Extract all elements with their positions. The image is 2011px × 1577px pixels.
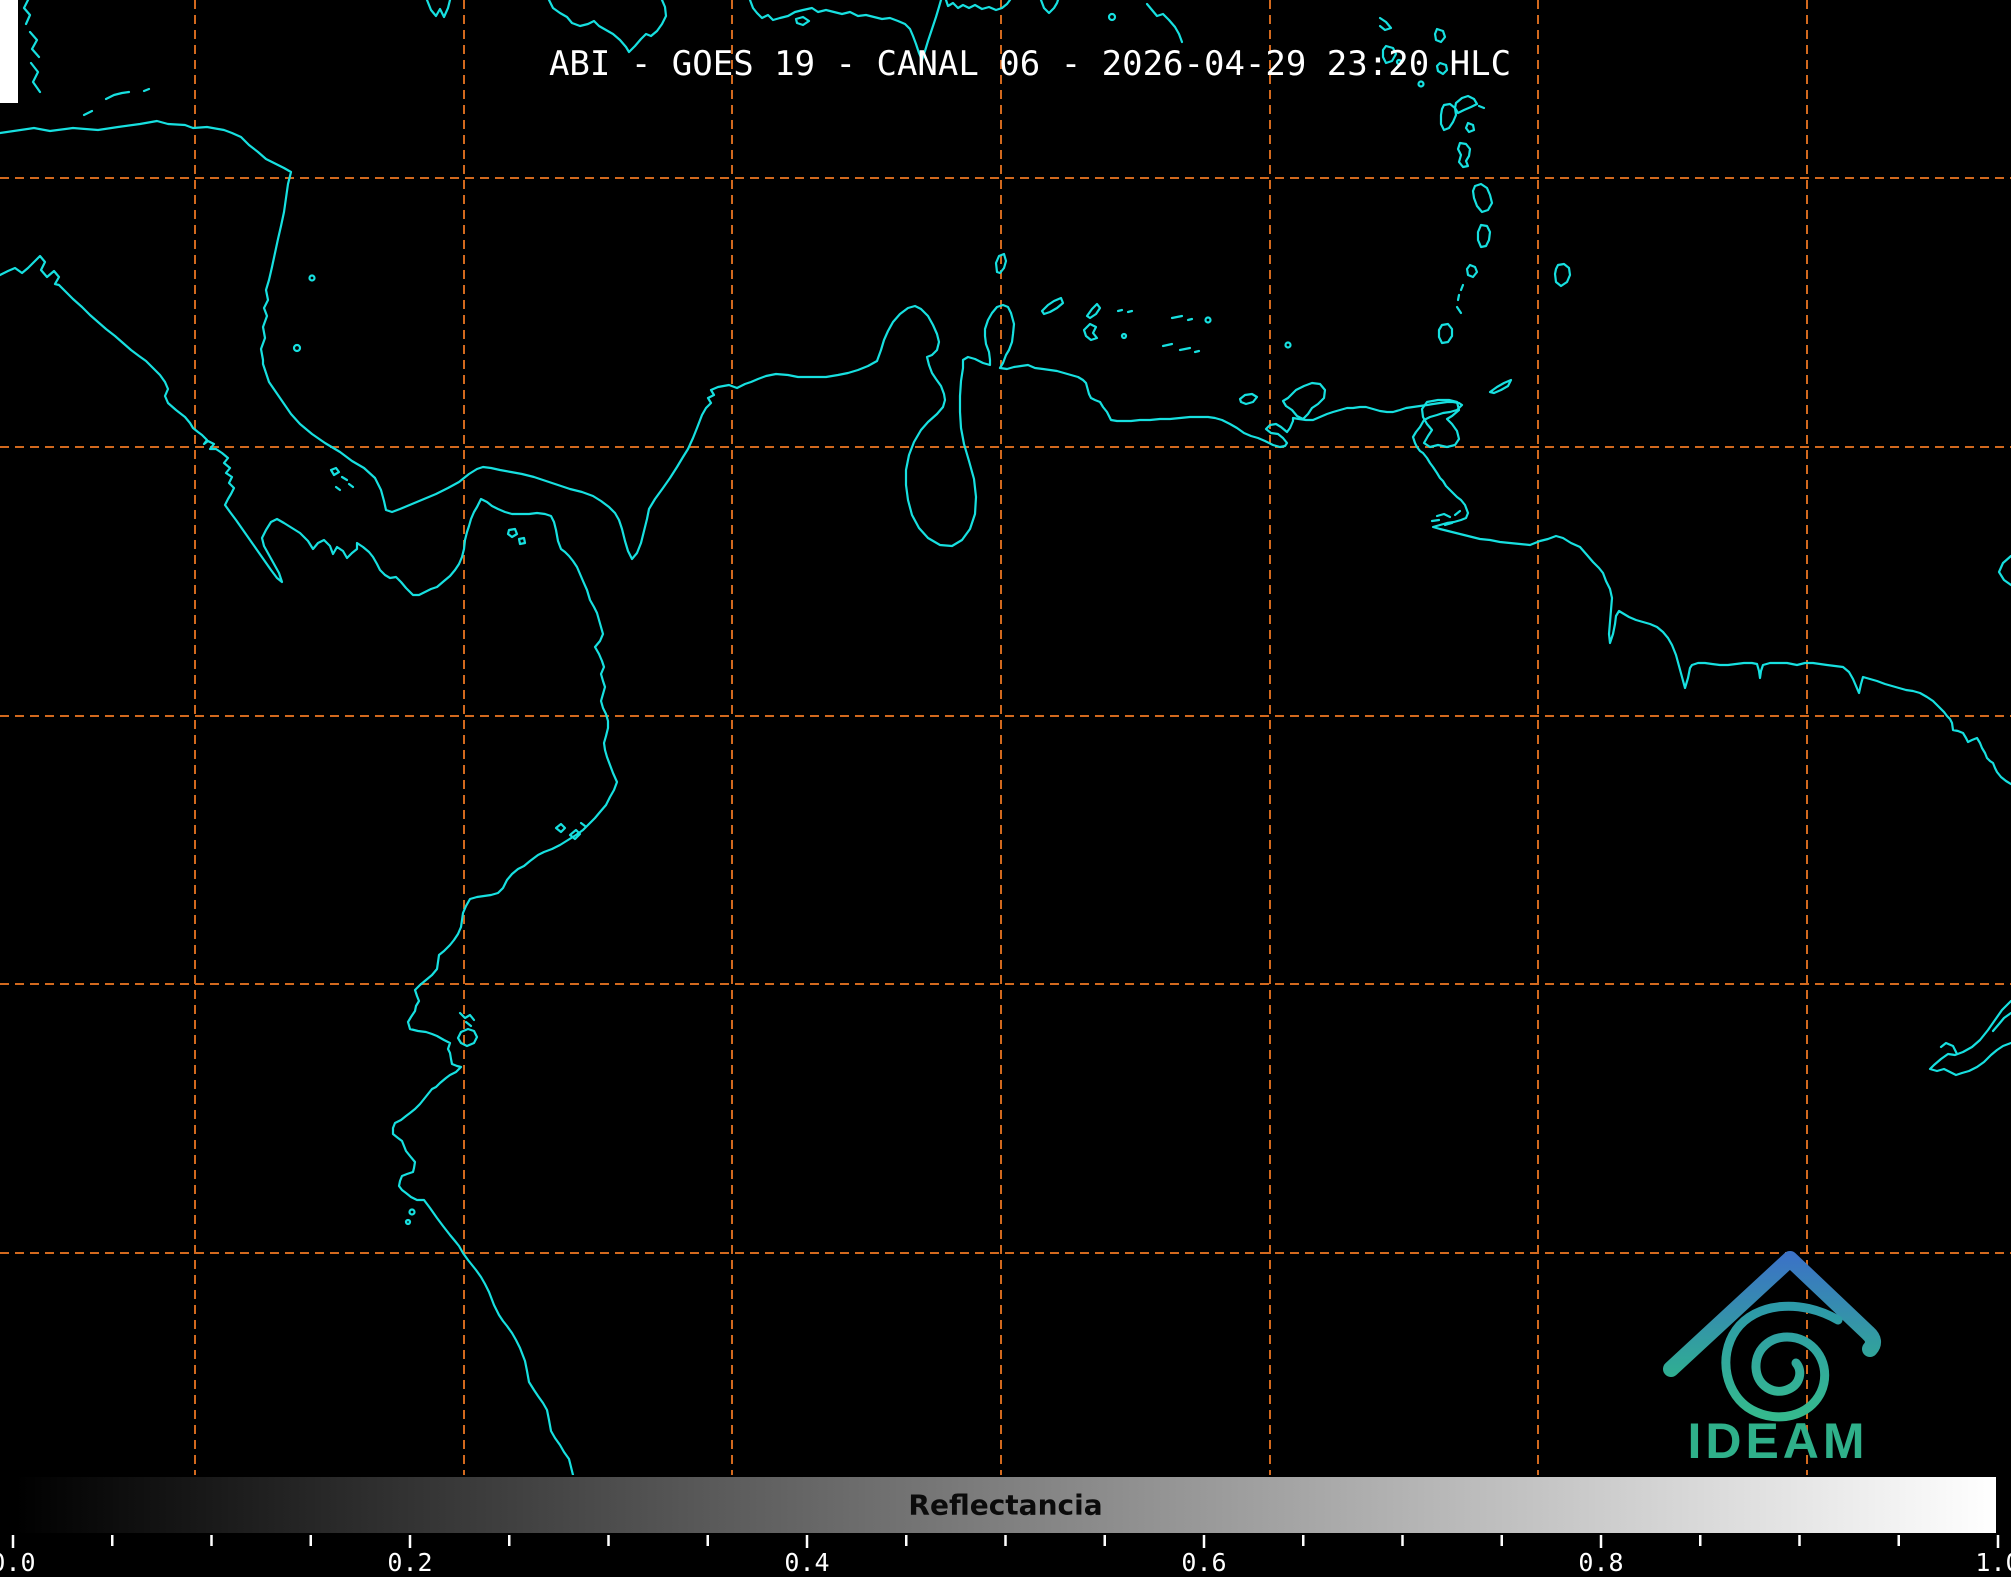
coastline-grenada bbox=[1437, 322, 1454, 345]
coastline-tobago bbox=[1488, 378, 1513, 395]
coastline-trinidad bbox=[1420, 398, 1461, 449]
coastline-la-blanquilla bbox=[1082, 322, 1099, 342]
coastline-bonaire bbox=[1085, 302, 1102, 320]
coastline-island-top bbox=[425, 0, 452, 19]
coastline-margarita bbox=[1281, 381, 1327, 421]
coastline-fragment-topleft bbox=[22, 0, 42, 94]
coastline-amazon-estuary bbox=[1928, 999, 2011, 1077]
colorbar-tick-label: 0.0 bbox=[0, 1548, 36, 1577]
logo-mountain-icon bbox=[1663, 1251, 1881, 1377]
colorbar-ticks: 0.0 0.2 0.4 0.6 0.8 1.0 bbox=[0, 1535, 2011, 1577]
image-title: ABI - GOES 19 - CANAL 06 - 2026-04-29 23… bbox=[548, 44, 1512, 84]
logo-wordmark: IDEAM bbox=[1687, 1413, 1869, 1469]
coastline-islet-dot bbox=[404, 1218, 412, 1226]
coastline-caribbean-mainland bbox=[0, 119, 2011, 786]
coastline-curacao bbox=[1040, 296, 1065, 316]
map-canvas bbox=[0, 0, 2011, 1475]
coastline-las-aves bbox=[1116, 308, 1134, 314]
coastline-puerto-rico bbox=[1039, 0, 1060, 15]
coastline-barbados bbox=[1553, 262, 1572, 288]
colorbar-tick-label: 0.8 bbox=[1578, 1548, 1623, 1577]
coastline-marie-galante bbox=[1453, 94, 1486, 134]
coastline-fragment-right-edge bbox=[1997, 554, 2011, 587]
logo-spiral-icon bbox=[1721, 1301, 1843, 1422]
coastline-grenadines bbox=[1455, 263, 1479, 315]
colorbar-tick-label: 0.6 bbox=[1181, 1548, 1226, 1577]
colorbar: Reflectancia bbox=[13, 1475, 1998, 1535]
colorbar-tick-label: 1.0 bbox=[1975, 1548, 2011, 1577]
coastline-bay-islands bbox=[82, 87, 151, 117]
coastline-islet-dot bbox=[1120, 332, 1128, 340]
colorbar-tick-label: 0.4 bbox=[784, 1548, 829, 1577]
coastline-la-orchila bbox=[1204, 316, 1212, 324]
coastline-islet-dot bbox=[408, 1208, 416, 1216]
coastline-pacific-mainland bbox=[0, 254, 619, 1475]
coastline-los-testigos bbox=[1161, 342, 1201, 354]
coastline-st-lucia bbox=[1471, 182, 1494, 214]
coastline-dominica bbox=[1439, 102, 1458, 132]
satellite-image-frame: ABI - GOES 19 - CANAL 06 - 2026-04-29 23… bbox=[0, 0, 2011, 1577]
graticule-grid bbox=[0, 0, 2011, 1475]
coastline-virgin-islands bbox=[1145, 2, 1184, 44]
coastline-bocas-islets bbox=[329, 466, 355, 492]
coastline-martinique bbox=[1456, 141, 1472, 169]
ideam-logo bbox=[1663, 1251, 1881, 1422]
colorbar-tick-label: 0.2 bbox=[387, 1548, 432, 1577]
coastline-la-tortuga bbox=[1238, 392, 1259, 406]
coastline-los-roques bbox=[1170, 314, 1194, 322]
coastline-st-vincent bbox=[1476, 223, 1492, 249]
coastline-pearl-islands bbox=[506, 527, 527, 546]
coastline-providencia bbox=[308, 274, 316, 282]
coastline-islet-dot bbox=[1284, 341, 1292, 349]
coastline-puna-island bbox=[456, 1011, 479, 1048]
coastline-san-andres bbox=[292, 343, 302, 353]
colorbar-label: Reflectancia bbox=[908, 1488, 1103, 1522]
scan-edge-artifact bbox=[0, 0, 18, 103]
coastline-islet-dot bbox=[1107, 12, 1117, 22]
